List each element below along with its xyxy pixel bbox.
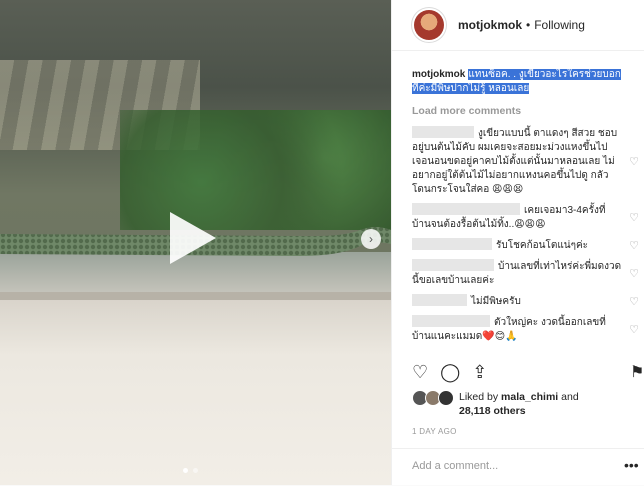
redacted-username (412, 203, 520, 215)
comment-icon[interactable]: ◯ (440, 362, 460, 382)
comment-like-heart-icon[interactable]: ♡ (629, 155, 639, 169)
post-media[interactable]: › (0, 0, 391, 485)
comment-item: ตัวใหญ่คะ งวดนี้ออกเลขที่บ้านแนคะแมมด❤️😊… (412, 315, 639, 344)
avatar[interactable] (414, 10, 444, 40)
liked-by-user[interactable]: mala_chimi (501, 391, 558, 403)
header-username[interactable]: motjokmok (458, 18, 522, 32)
play-icon[interactable] (170, 212, 216, 264)
likes-summary: Liked by mala_chimi and 28,118 others (412, 390, 579, 418)
comment-item: รับโชคก้อนโตแน่ๆค่ะ ♡ (412, 238, 639, 253)
caption-username[interactable]: motjokmok (412, 69, 465, 80)
comment-item: ไม่มีพิษครับ ♡ (412, 294, 639, 309)
comment-text: งูเขียวแบบนี้ ตาแดงๆ สีสวย ชอบอยู่บนต้นไ… (412, 128, 618, 195)
redacted-username (412, 294, 467, 306)
comment-item: บ้านเลขที่เท่าไหร่ค่ะพี่มดงวดนี้ขอเลขบ้า… (412, 259, 639, 288)
redacted-username (412, 315, 490, 327)
likes-text: Liked by mala_chimi and 28,118 others (459, 390, 579, 418)
likes-count[interactable]: 28,118 others (459, 405, 526, 417)
chevron-right-icon[interactable]: › (361, 229, 381, 249)
post-timestamp[interactable]: 1 DAY AGO (412, 427, 457, 436)
carousel-dot-1 (183, 468, 188, 473)
comment-text: รับโชคก้อนโตแน่ๆค่ะ (496, 240, 589, 251)
add-comment-input[interactable]: Add a comment... (412, 460, 498, 472)
comment-like-heart-icon[interactable]: ♡ (629, 239, 639, 253)
redacted-username (412, 259, 494, 271)
post-caption: motjokmok แทนซ็อค. . งูเขียวอะไรใครช่วยบอ… (412, 68, 622, 96)
bookmark-icon[interactable]: ⚑ (630, 362, 644, 382)
comment-like-heart-icon[interactable]: ♡ (629, 323, 639, 337)
carousel-dots (183, 468, 198, 473)
following-button[interactable]: Following (534, 18, 585, 32)
add-comment-bar: Add a comment... ••• (392, 448, 644, 486)
liked-by-prefix: Liked by (459, 391, 499, 403)
post-actions: ♡ ◯ ⇪ (412, 362, 487, 382)
comment-item: งูเขียวแบบนี้ ตาแดงๆ สีสวย ชอบอยู่บนต้นไ… (412, 126, 639, 197)
instagram-post-view: › motjokmok • Following motjokmok แทนซ็อค… (0, 0, 644, 485)
header-separator: • (526, 18, 531, 32)
comment-like-heart-icon[interactable]: ♡ (629, 295, 639, 309)
more-options-icon[interactable]: ••• (624, 457, 639, 473)
carousel-dot-2 (193, 468, 198, 473)
window-sill (0, 300, 391, 485)
load-more-comments-button[interactable]: Load more comments (412, 104, 622, 118)
share-icon[interactable]: ⇪ (472, 362, 487, 382)
redacted-username (412, 126, 474, 138)
liker-avatar[interactable] (438, 390, 454, 406)
post-side-panel: motjokmok • Following motjokmok แทนซ็อค. … (391, 0, 644, 485)
redacted-username (412, 238, 492, 250)
comments-section: motjokmok แทนซ็อค. . งูเขียวอะไรใครช่วยบอ… (412, 68, 639, 350)
grass-patch (120, 110, 391, 230)
heart-icon[interactable]: ♡ (412, 362, 428, 382)
liked-by-and: and (561, 391, 579, 403)
comment-text: ไม่มีพิษครับ (471, 296, 521, 307)
comment-like-heart-icon[interactable]: ♡ (629, 211, 639, 225)
comment-like-heart-icon[interactable]: ♡ (629, 267, 639, 281)
comment-item: เคยเจอมา3-4ครั้งที่บ้านจนต้องรื้อต้นไม้ท… (412, 203, 639, 232)
post-header: motjokmok • Following (392, 0, 644, 51)
